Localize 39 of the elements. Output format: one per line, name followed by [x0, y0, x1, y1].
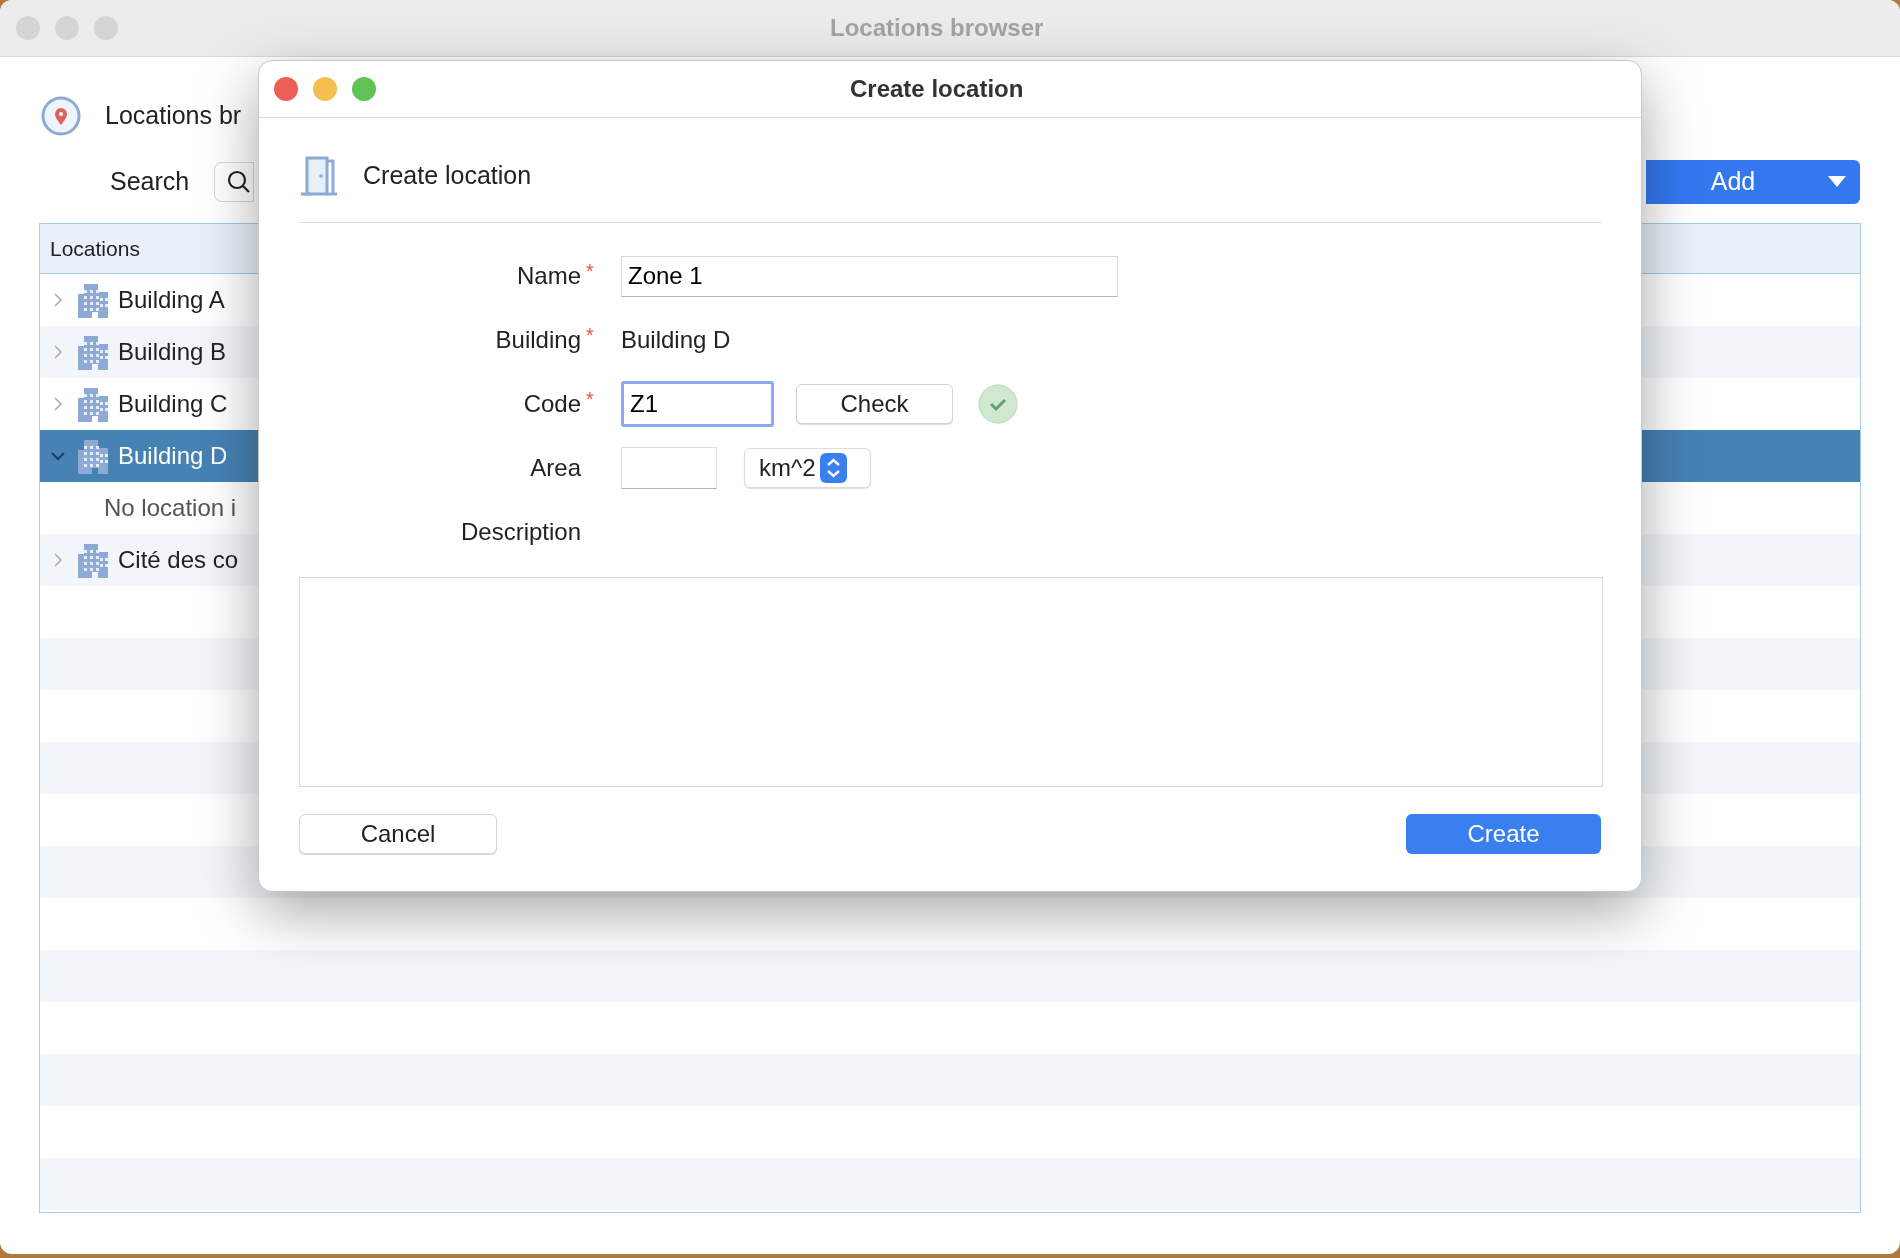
check-button[interactable]: Check — [796, 384, 953, 424]
column-header[interactable]: Locations — [50, 232, 140, 265]
area-field[interactable] — [621, 447, 717, 489]
field-label: Area — [530, 453, 581, 483]
create-button[interactable]: Create — [1406, 814, 1601, 854]
cancel-button[interactable]: Cancel — [299, 814, 497, 854]
location-pin-icon — [41, 96, 81, 136]
window-title: Locations browser — [830, 13, 1044, 43]
door-icon — [299, 156, 339, 196]
name-field[interactable]: Zone 1 — [621, 255, 1118, 297]
dialog-heading: Create location — [363, 160, 532, 192]
dialog-title: Create location — [850, 74, 1024, 104]
required-asterisk: * — [586, 323, 594, 348]
search-label: Search — [110, 166, 190, 198]
search-icon — [227, 170, 252, 194]
tree-label: Building B — [118, 337, 227, 367]
field-label: Building — [495, 325, 581, 355]
minimize-button[interactable] — [313, 77, 337, 101]
required-asterisk: * — [586, 387, 594, 412]
building-value: Building D — [621, 326, 731, 353]
field-label: Description — [460, 517, 581, 547]
tree-label: Building D — [118, 441, 228, 471]
tree-label: Building C — [118, 389, 228, 419]
stepper-icon — [819, 453, 847, 483]
dropdown-arrow-icon — [1828, 176, 1846, 188]
description-field[interactable] — [299, 577, 1603, 787]
code-field[interactable]: Z1 — [621, 381, 774, 427]
add-button[interactable]: Add — [1646, 160, 1860, 204]
zoom-button[interactable] — [352, 77, 376, 101]
search-field[interactable] — [214, 162, 255, 202]
tree-label: Building A — [118, 285, 225, 315]
field-label: Name — [516, 261, 581, 291]
field-label: Code — [523, 389, 581, 419]
unit-select[interactable]: km^2 — [744, 448, 871, 488]
close-button[interactable] — [274, 77, 298, 101]
empty-message: No location i — [104, 493, 237, 523]
tree-label: Cité des co — [118, 545, 239, 575]
required-asterisk: * — [586, 259, 594, 284]
page-title: Locations br — [105, 100, 242, 132]
